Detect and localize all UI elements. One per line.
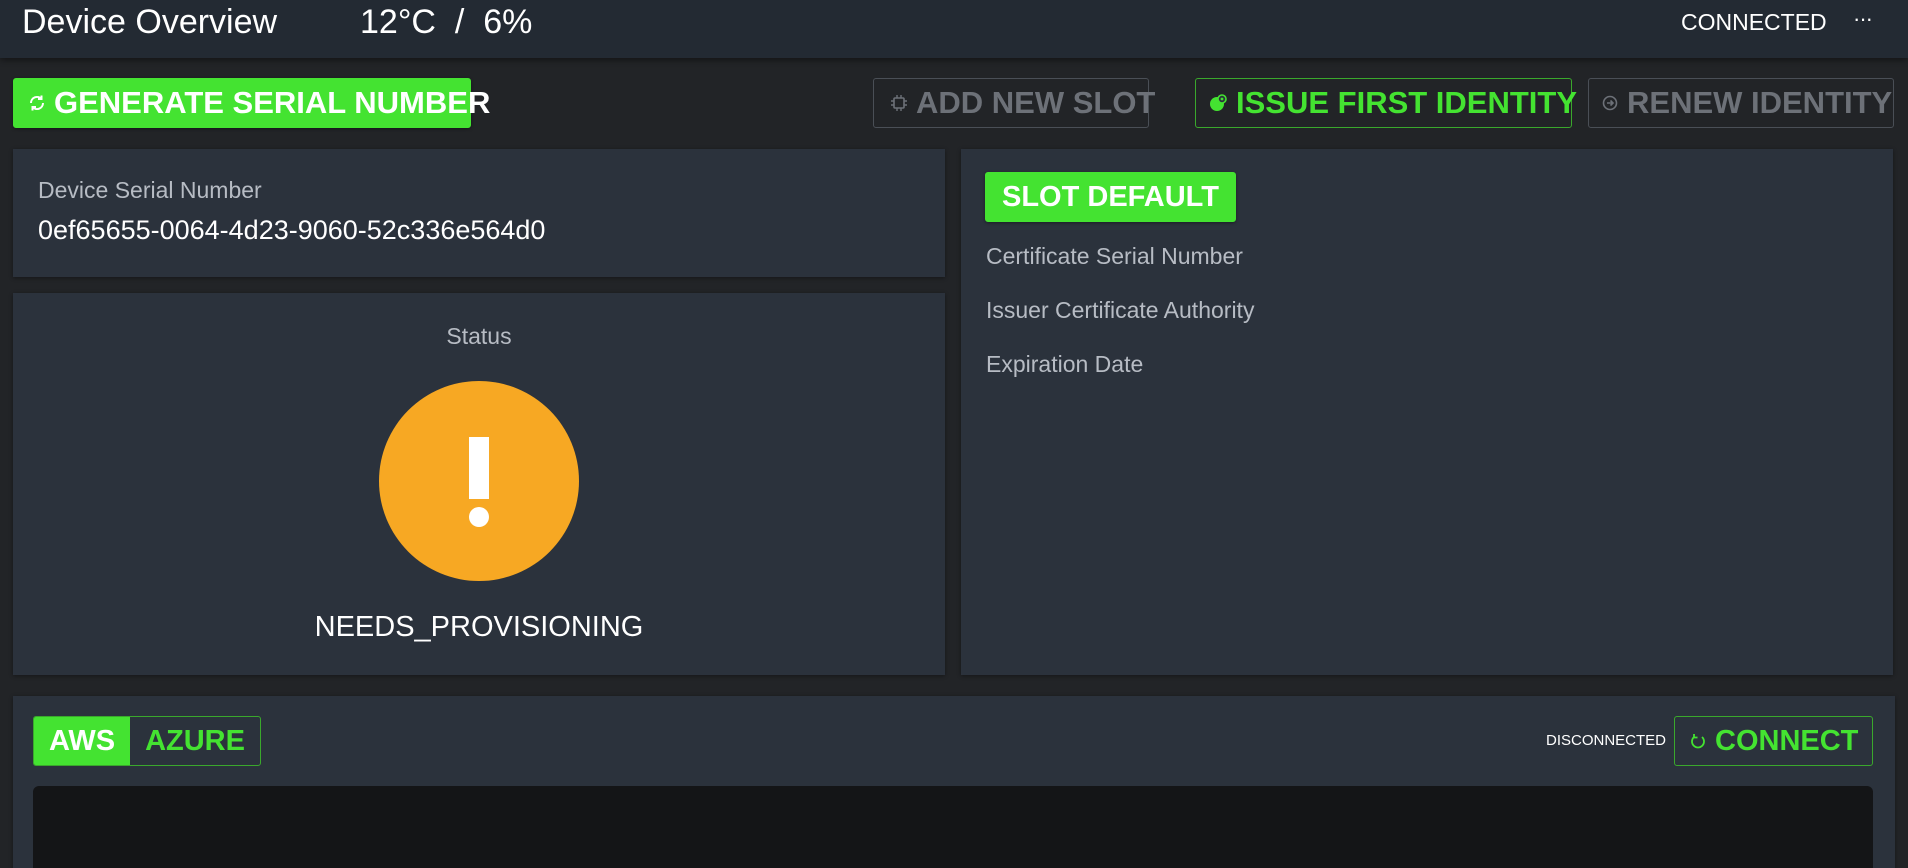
power-refresh-icon bbox=[1689, 732, 1707, 750]
generate-serial-number-button[interactable]: GENERATE SERIAL NUMBER bbox=[13, 78, 490, 128]
connection-status: CONNECTED bbox=[1681, 9, 1827, 35]
temperature-value: 12°C bbox=[360, 3, 436, 41]
slot-default-badge: SLOT DEFAULT bbox=[985, 172, 1236, 222]
expiration-date-label: Expiration Date bbox=[986, 351, 1144, 377]
tab-azure[interactable]: AZURE bbox=[130, 717, 260, 765]
refresh-icon bbox=[28, 94, 46, 112]
slot-card: SLOT DEFAULT Certificate Serial Number I… bbox=[961, 149, 1893, 675]
status-value: NEEDS_PROVISIONING bbox=[314, 611, 644, 643]
add-new-slot-button[interactable]: ADD NEW SLOT bbox=[873, 78, 1155, 128]
connect-label: CONNECT bbox=[1715, 724, 1859, 757]
renew-icon bbox=[1601, 94, 1619, 112]
certificate-serial-number-label: Certificate Serial Number bbox=[986, 243, 1243, 269]
add-new-slot-label: ADD NEW SLOT bbox=[916, 85, 1156, 120]
chip-icon bbox=[890, 94, 908, 112]
humidity-value: 6% bbox=[483, 3, 533, 41]
status-card: Status NEEDS_PROVISIONING bbox=[13, 293, 945, 675]
alert-exclamation-icon bbox=[379, 381, 579, 581]
renew-identity-button[interactable]: RENEW IDENTITY bbox=[1588, 78, 1894, 128]
generate-serial-number-label: GENERATE SERIAL NUMBER bbox=[54, 85, 491, 120]
readout-separator: / bbox=[454, 3, 465, 41]
cloud-log-console bbox=[33, 786, 1873, 868]
connect-button[interactable]: CONNECT bbox=[1674, 716, 1873, 766]
sensor-readout: 12°C / 6% bbox=[360, 4, 532, 40]
renew-identity-label: RENEW IDENTITY bbox=[1627, 85, 1893, 120]
tab-aws[interactable]: AWS bbox=[34, 717, 131, 765]
cloud-connection-card: AWS AZURE DISCONNECTED CONNECT bbox=[13, 696, 1895, 868]
issue-first-identity-button[interactable]: ISSUE FIRST IDENTITY bbox=[1195, 78, 1577, 128]
cloud-connection-status: DISCONNECTED bbox=[1546, 732, 1667, 749]
page-title: Device Overview bbox=[22, 3, 278, 41]
issuer-certificate-authority-label: Issuer Certificate Authority bbox=[986, 297, 1255, 323]
device-serial-label: Device Serial Number bbox=[38, 177, 262, 203]
status-label: Status bbox=[446, 323, 512, 349]
device-serial-card: Device Serial Number 0ef65655-0064-4d23-… bbox=[13, 149, 945, 277]
identity-badge-icon bbox=[1208, 93, 1228, 113]
app-header: Device Overview 12°C / 6% CONNECTED ··· bbox=[0, 0, 1908, 58]
more-horizontal-icon[interactable]: ··· bbox=[1853, 6, 1873, 32]
cloud-provider-tabs: AWS AZURE bbox=[33, 716, 261, 766]
issue-first-identity-label: ISSUE FIRST IDENTITY bbox=[1236, 85, 1578, 120]
device-serial-value: 0ef65655-0064-4d23-9060-52c336e564d0 bbox=[38, 215, 546, 245]
